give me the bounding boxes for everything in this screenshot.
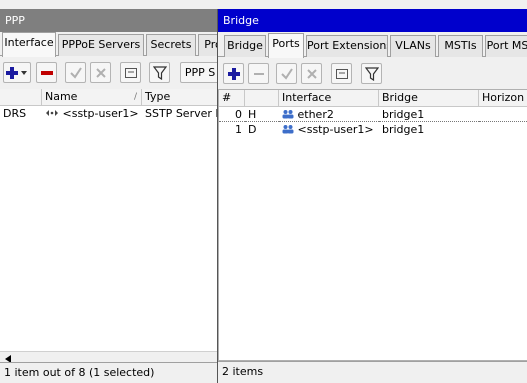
tab-vlans[interactable]: VLANs bbox=[390, 35, 436, 57]
comment-button[interactable] bbox=[120, 62, 141, 83]
bridge-status-bar: 2 items bbox=[218, 361, 527, 381]
col-interface[interactable]: Interface bbox=[279, 90, 379, 107]
row-name-cell: <sstp-user1> bbox=[42, 106, 142, 121]
ppp-tab-bar: Interface PPPoE Servers Secrets Pro bbox=[0, 32, 217, 57]
row-bridge: bridge1 bbox=[379, 107, 479, 122]
col-flags[interactable] bbox=[0, 89, 42, 106]
bridge-ports-list: # Interface Bridge Horizon 0 H ether2 br… bbox=[218, 89, 527, 361]
tab-secrets[interactable]: Secrets bbox=[146, 34, 196, 56]
remove-button[interactable] bbox=[248, 63, 269, 84]
col-name-label: Name bbox=[45, 90, 78, 103]
col-name[interactable]: Name / bbox=[42, 89, 142, 106]
ppp-scanner-button[interactable]: PPP S bbox=[180, 62, 217, 83]
tab-port-extensions[interactable]: Port Extensions bbox=[306, 35, 388, 57]
ppp-list-header: Name / Type bbox=[0, 89, 217, 106]
row-interface-cell: ether2 bbox=[279, 107, 379, 122]
add-button[interactable] bbox=[223, 63, 244, 84]
col-horizon[interactable]: Horizon bbox=[479, 90, 527, 107]
row-type: SSTP Server B bbox=[145, 107, 217, 120]
dynamic-link-icon bbox=[46, 110, 58, 116]
remove-icon bbox=[40, 70, 53, 75]
table-row[interactable]: 0 H ether2 bridge1 bbox=[219, 107, 527, 122]
ppp-interface-list: Name / Type DRS <sstp-user1> SSTP Server… bbox=[0, 89, 217, 351]
col-bridge[interactable]: Bridge bbox=[379, 90, 479, 107]
ppp-toolbar: PPP S bbox=[0, 59, 217, 87]
col-number[interactable]: # bbox=[219, 90, 245, 107]
row-flags: DRS bbox=[3, 107, 27, 120]
tab-profiles[interactable]: Pro bbox=[198, 34, 217, 56]
row-interface-cell: <sstp-user1> bbox=[279, 122, 379, 137]
filter-button[interactable] bbox=[149, 62, 170, 83]
ppp-title: PPP bbox=[5, 14, 25, 27]
ppp-status-text: 1 item out of 8 (1 selected) bbox=[4, 366, 155, 379]
comment-icon bbox=[124, 67, 137, 78]
enable-button[interactable] bbox=[65, 62, 86, 83]
ppp-status-bar: 1 item out of 8 (1 selected) bbox=[0, 362, 217, 382]
col-type[interactable]: Type bbox=[142, 89, 217, 106]
row-number: 0 bbox=[219, 107, 245, 122]
bridge-status-text: 2 items bbox=[222, 365, 264, 378]
tab-pppoe-servers[interactable]: PPPoE Servers bbox=[58, 34, 144, 56]
bridge-title: Bridge bbox=[223, 14, 259, 27]
disable-button[interactable] bbox=[301, 63, 322, 84]
disable-icon bbox=[306, 68, 317, 79]
row-name: <sstp-user1> bbox=[62, 107, 139, 120]
enable-button[interactable] bbox=[276, 63, 297, 84]
tab-interface[interactable]: Interface bbox=[2, 32, 56, 57]
disable-icon bbox=[95, 67, 106, 78]
row-interface: ether2 bbox=[297, 108, 334, 121]
remove-button[interactable] bbox=[36, 62, 57, 83]
table-row[interactable]: DRS <sstp-user1> SSTP Server B bbox=[0, 106, 217, 121]
sort-icon: / bbox=[133, 92, 137, 102]
col-flags[interactable] bbox=[245, 90, 279, 107]
ppp-title-bar[interactable]: PPP bbox=[0, 9, 217, 32]
bridge-toolbar bbox=[218, 60, 527, 88]
filter-button[interactable] bbox=[361, 63, 382, 84]
row-interface: <sstp-user1> bbox=[297, 123, 374, 136]
comment-button[interactable] bbox=[331, 63, 352, 84]
bridge-tab-bar: Bridge Ports Port Extensions VLANs MSTIs… bbox=[218, 33, 527, 58]
bridge-title-bar[interactable]: Bridge bbox=[218, 9, 527, 32]
enable-icon bbox=[280, 67, 293, 80]
ppp-window: PPP Interface PPPoE Servers Secrets Pro bbox=[0, 9, 217, 383]
row-bridge: bridge1 bbox=[382, 123, 425, 136]
tab-ports[interactable]: Ports bbox=[268, 33, 304, 58]
bridge-list-header: # Interface Bridge Horizon bbox=[219, 90, 527, 107]
tab-mstis[interactable]: MSTIs bbox=[438, 35, 483, 57]
table-row[interactable]: 1 D <sstp-user1> bridge1 bbox=[219, 122, 527, 137]
filter-icon bbox=[152, 65, 167, 80]
bridge-window: Bridge Bridge Ports Port Extensions VLAN… bbox=[217, 9, 527, 383]
row-flags: H bbox=[245, 107, 279, 122]
row-horizon bbox=[479, 107, 527, 122]
enable-icon bbox=[69, 66, 82, 79]
add-icon bbox=[6, 66, 27, 79]
tab-bridge[interactable]: Bridge bbox=[224, 35, 266, 57]
row-horizon bbox=[479, 122, 527, 137]
row-number: 1 bbox=[235, 123, 242, 136]
interface-icon bbox=[282, 110, 294, 119]
row-flags: D bbox=[248, 123, 257, 136]
add-button[interactable] bbox=[3, 62, 31, 83]
tab-port-msti-overrides[interactable]: Port MS bbox=[485, 35, 527, 57]
interface-icon bbox=[282, 125, 294, 134]
disable-button[interactable] bbox=[90, 62, 111, 83]
add-icon bbox=[227, 67, 240, 80]
comment-icon bbox=[335, 68, 348, 79]
remove-icon bbox=[253, 72, 264, 75]
filter-icon bbox=[364, 66, 379, 81]
